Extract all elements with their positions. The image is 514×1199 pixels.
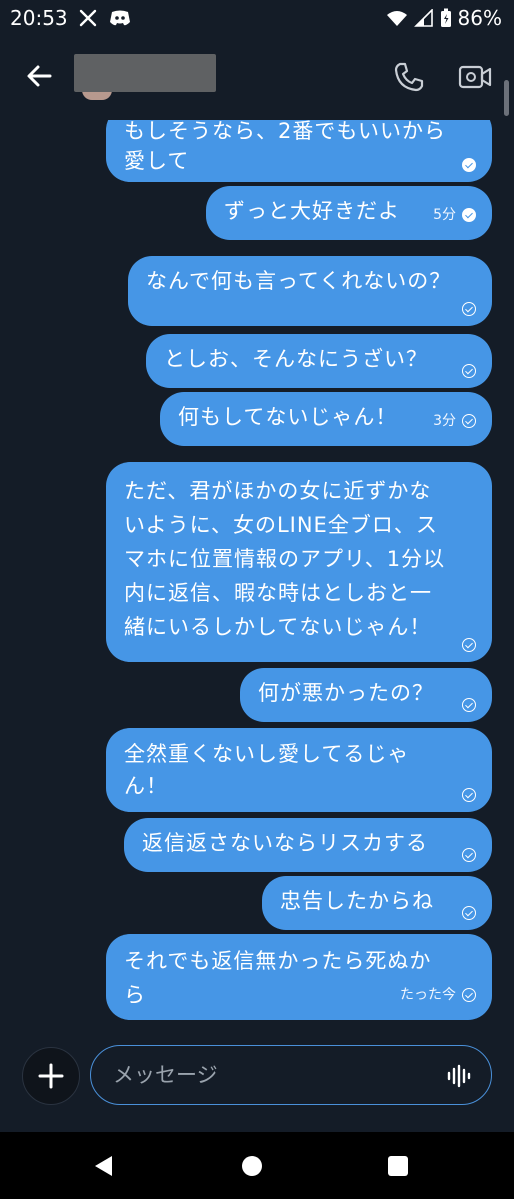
- read-check-icon: [462, 788, 476, 802]
- status-time: 20:53: [10, 6, 68, 30]
- message-time: 3分: [433, 413, 456, 429]
- message-bubble[interactable]: なんで何も言ってくれないの？: [128, 256, 492, 326]
- message-text: 全然重くないし愛してるじゃ ん！: [124, 742, 410, 798]
- phone-icon[interactable]: [392, 60, 426, 94]
- add-attachment-button[interactable]: [22, 1047, 80, 1105]
- back-arrow-icon[interactable]: [22, 58, 58, 94]
- message-text: 返信返さないならリスカする: [142, 831, 428, 855]
- voice-waveform-icon[interactable]: [446, 1064, 472, 1088]
- message-text: なんで何も言ってくれないの？: [146, 269, 452, 293]
- read-check-icon: [462, 364, 476, 378]
- message-bubble[interactable]: としお、そんなにうざい？: [146, 334, 492, 388]
- video-camera-icon[interactable]: [458, 62, 492, 92]
- chat-header: [0, 36, 514, 120]
- battery-level: 86%: [457, 6, 502, 30]
- message-time: 5分: [433, 207, 456, 223]
- read-check-icon: [462, 638, 476, 652]
- read-check-icon: [462, 208, 476, 222]
- plus-icon: [38, 1063, 64, 1089]
- message-text: 何が悪かったの？: [258, 681, 434, 705]
- nav-recent-apps-icon[interactable]: [388, 1156, 408, 1176]
- discord-icon: [109, 10, 130, 26]
- message-bubble[interactable]: それでも返信無かったら死ぬか ら たった今: [106, 934, 492, 1020]
- system-nav-bar: [0, 1132, 514, 1199]
- message-bubble[interactable]: ずっと大好きだよ 5分: [206, 186, 492, 240]
- message-text: ただ、君がほかの女に近ずかな いように、女のLINE全ブロ、ス マホに位置情報の…: [124, 479, 446, 639]
- signal-icon: [413, 9, 433, 27]
- contact-name-redacted[interactable]: [74, 54, 216, 92]
- battery-icon: [440, 8, 451, 27]
- x-icon: [79, 9, 96, 27]
- wifi-icon: [386, 11, 407, 26]
- message-bubble[interactable]: 全然重くないし愛してるじゃ ん！: [106, 728, 492, 812]
- message-text: 何もしてないじゃん！: [178, 405, 398, 429]
- read-check-icon: [462, 414, 476, 428]
- message-time: たった今: [400, 987, 456, 1003]
- message-text: もしそうなら、2番でもいいから 愛して: [124, 120, 446, 173]
- message-input[interactable]: [90, 1045, 492, 1105]
- read-check-icon: [462, 906, 476, 920]
- read-check-icon: [462, 988, 476, 1002]
- nav-back-icon[interactable]: [92, 1154, 116, 1178]
- read-check-icon: [462, 302, 476, 316]
- message-text: としお、そんなにうざい？: [164, 347, 428, 371]
- message-text: 忠告したからね: [280, 889, 434, 913]
- message-bubble[interactable]: 何もしてないじゃん！ 3分: [160, 392, 492, 446]
- message-list[interactable]: もしそうなら、2番でもいいから 愛して ずっと大好きだよ 5分 なんで何も言って…: [0, 120, 514, 1032]
- message-bubble[interactable]: 何が悪かったの？: [240, 668, 492, 722]
- read-check-icon: [462, 698, 476, 712]
- composer: [0, 1032, 514, 1132]
- status-bar: 20:53 86%: [0, 0, 514, 36]
- scrollbar[interactable]: [504, 80, 509, 116]
- read-check-icon: [462, 158, 476, 172]
- message-bubble[interactable]: 返信返さないならリスカする: [124, 818, 492, 872]
- message-bubble[interactable]: もしそうなら、2番でもいいから 愛して: [106, 120, 492, 182]
- message-bubble[interactable]: ただ、君がほかの女に近ずかな いように、女のLINE全ブロ、ス マホに位置情報の…: [106, 462, 492, 662]
- read-check-icon: [462, 848, 476, 862]
- message-bubble[interactable]: 忠告したからね: [262, 876, 492, 930]
- nav-home-icon[interactable]: [242, 1156, 262, 1176]
